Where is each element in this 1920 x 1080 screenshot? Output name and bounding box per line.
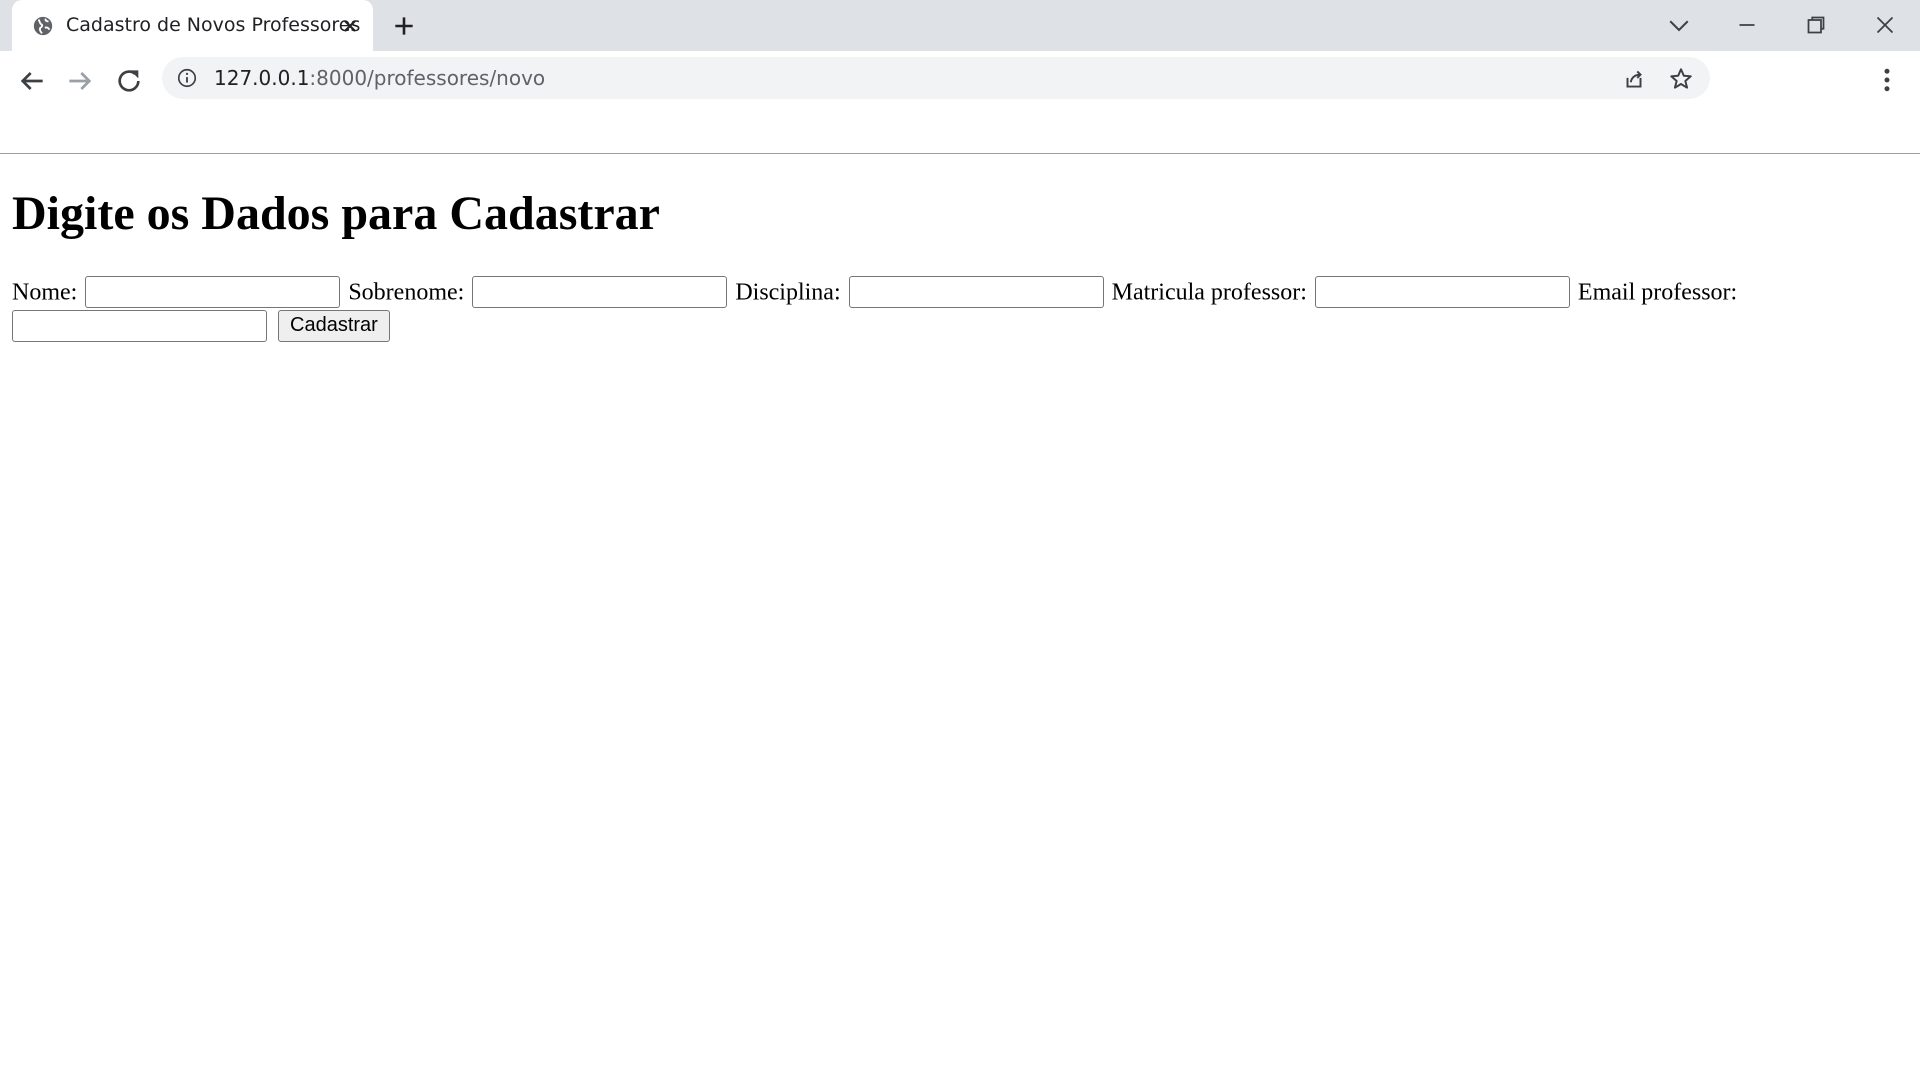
matricula-label: Matricula professor:	[1111, 279, 1307, 306]
arrow-left-icon[interactable]	[16, 65, 48, 97]
matricula-input[interactable]	[1314, 276, 1570, 309]
restore-icon[interactable]	[1801, 10, 1831, 40]
sobrenome-label: Sobrenome:	[348, 279, 465, 306]
page-content: Digite os Dados para Cadastrar Nome: Sob…	[0, 155, 1920, 1080]
url-host: 127.0.0.1	[214, 66, 310, 90]
plus-icon[interactable]	[391, 13, 417, 39]
tab-title: Cadastro de Novos Professores	[66, 14, 361, 36]
disciplina-label: Disciplina:	[735, 279, 841, 306]
nome-input[interactable]	[85, 276, 341, 309]
close-icon[interactable]	[1870, 10, 1900, 40]
cadastro-form: Nome: Sobrenome: Disciplina: Matricula p…	[12, 275, 1912, 342]
minimize-icon[interactable]	[1732, 10, 1762, 40]
sobrenome-input[interactable]	[472, 276, 728, 309]
url-path: :8000/professores/novo	[309, 66, 546, 90]
tab-close-icon[interactable]	[338, 14, 362, 38]
address-bar[interactable]: 127.0.0.1:8000/professores/novo	[162, 57, 1710, 99]
reload-icon[interactable]	[113, 65, 145, 97]
star-icon[interactable]	[1668, 66, 1694, 92]
share-icon[interactable]	[1621, 66, 1647, 92]
kebab-menu-icon[interactable]	[1872, 65, 1902, 95]
tab-strip: Cadastro de Novos Professores	[0, 0, 1920, 51]
disciplina-input[interactable]	[848, 276, 1104, 309]
browser-tab[interactable]: Cadastro de Novos Professores	[12, 0, 373, 51]
email-label: Email professor:	[1577, 279, 1738, 306]
page-title: Digite os Dados para Cadastrar	[12, 187, 660, 240]
browser-toolbar: 127.0.0.1:8000/professores/novo	[0, 51, 1920, 154]
globe-icon	[33, 16, 53, 36]
email-input[interactable]	[12, 309, 267, 342]
info-icon[interactable]	[176, 67, 198, 89]
cadastrar-button[interactable]: Cadastrar	[278, 309, 390, 342]
nome-label: Nome:	[12, 279, 78, 306]
url-text[interactable]: 127.0.0.1:8000/professores/novo	[214, 57, 545, 99]
arrow-right-icon[interactable]	[64, 65, 96, 97]
chevron-down-icon[interactable]	[1664, 10, 1694, 40]
